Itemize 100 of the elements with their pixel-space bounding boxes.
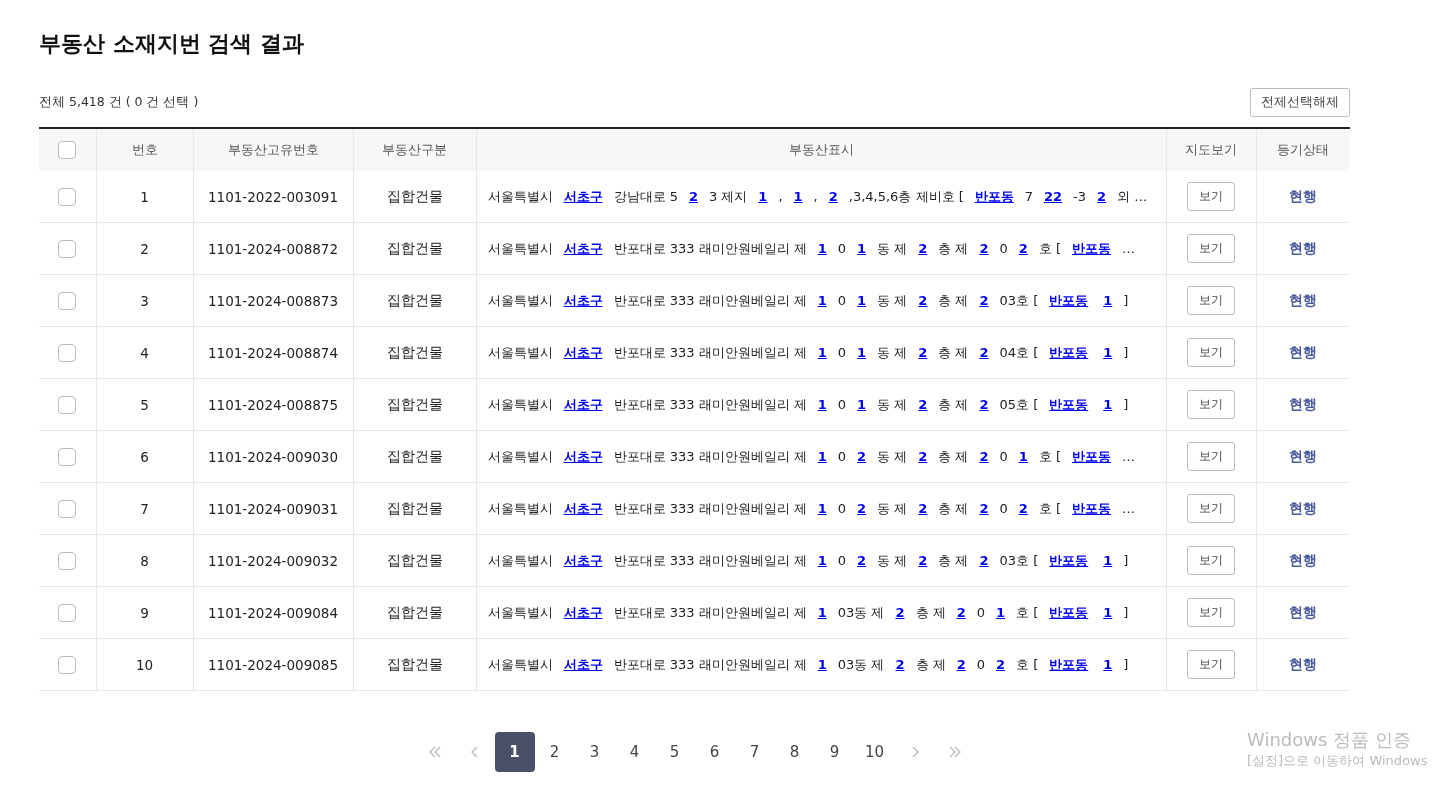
address-link[interactable]: 1 <box>853 293 871 308</box>
address-link[interactable]: 2 <box>824 189 842 204</box>
map-view-button[interactable]: 보기 <box>1187 390 1235 419</box>
address-link[interactable]: 1 <box>813 657 831 672</box>
address-link[interactable]: 서초구 <box>559 655 607 674</box>
address-link[interactable]: 1 <box>813 605 831 620</box>
address-link[interactable]: 2 <box>1014 501 1032 516</box>
address-link[interactable]: 반포동 <box>1045 603 1093 622</box>
address-link[interactable]: 서초구 <box>559 551 607 570</box>
address-link[interactable]: 2 <box>952 605 970 620</box>
map-view-button[interactable]: 보기 <box>1187 546 1235 575</box>
page-button[interactable]: 2 <box>534 732 575 772</box>
map-view-button[interactable]: 보기 <box>1187 442 1235 471</box>
row-checkbox[interactable] <box>58 343 77 362</box>
address-link[interactable]: 1 <box>853 241 871 256</box>
address-link[interactable]: 2 <box>952 657 970 672</box>
address-link[interactable]: 1 <box>813 397 831 412</box>
address-link[interactable]: 2 <box>891 605 909 620</box>
address-link[interactable]: 2 <box>853 449 871 464</box>
address-link[interactable]: 반포동 <box>1045 551 1093 570</box>
address-link[interactable]: 반포동 <box>1068 499 1115 518</box>
address-link[interactable]: 1 <box>1099 605 1117 620</box>
address-link[interactable]: 2 <box>975 449 993 464</box>
address-link[interactable]: 서초구 <box>559 239 607 258</box>
address-link[interactable]: 서초구 <box>559 499 607 518</box>
page-button[interactable]: 9 <box>814 732 855 772</box>
address-link[interactable]: 2 <box>914 449 932 464</box>
page-button[interactable]: 3 <box>574 732 615 772</box>
address-link[interactable]: 2 <box>914 293 932 308</box>
address-link[interactable]: 1 <box>754 189 772 204</box>
map-view-button[interactable]: 보기 <box>1187 234 1235 263</box>
address-link[interactable]: 서초구 <box>559 343 607 362</box>
address-link[interactable]: 1 <box>1099 553 1117 568</box>
address-link[interactable]: 반포동 <box>1068 239 1115 258</box>
map-view-button[interactable]: 보기 <box>1187 338 1235 367</box>
address-link[interactable]: 반포동 <box>1045 343 1093 362</box>
map-view-button[interactable]: 보기 <box>1187 598 1235 627</box>
address-link[interactable]: 반포동 <box>1045 655 1093 674</box>
row-checkbox[interactable] <box>58 291 77 310</box>
page-button[interactable]: 8 <box>774 732 815 772</box>
address-link[interactable]: 반포동 <box>970 187 1018 206</box>
page-button[interactable]: 10 <box>854 732 895 772</box>
address-link[interactable]: 2 <box>684 189 702 204</box>
page-button[interactable]: 6 <box>694 732 735 772</box>
row-checkbox[interactable] <box>58 395 77 414</box>
address-link[interactable]: 서초구 <box>559 395 607 414</box>
address-link[interactable]: 2 <box>914 345 932 360</box>
address-link[interactable]: 1 <box>789 189 807 204</box>
row-checkbox[interactable] <box>58 655 77 674</box>
address-link[interactable]: 1 <box>991 605 1009 620</box>
address-link[interactable]: 2 <box>1093 189 1111 204</box>
address-link[interactable]: 1 <box>1099 345 1117 360</box>
address-link[interactable]: 1 <box>813 345 831 360</box>
address-link[interactable]: 서초구 <box>559 447 607 466</box>
row-checkbox[interactable] <box>58 187 77 206</box>
address-link[interactable]: 2 <box>975 553 993 568</box>
address-link[interactable]: 2 <box>914 553 932 568</box>
address-link[interactable]: 2 <box>914 501 932 516</box>
address-link[interactable]: 2 <box>914 397 932 412</box>
address-link[interactable]: 22 <box>1040 189 1067 204</box>
page-button[interactable]: 4 <box>614 732 655 772</box>
map-view-button[interactable]: 보기 <box>1187 494 1235 523</box>
select-all-checkbox[interactable] <box>58 141 77 159</box>
address-link[interactable]: 2 <box>975 241 993 256</box>
map-view-button[interactable]: 보기 <box>1187 650 1235 679</box>
address-link[interactable]: 1 <box>813 241 831 256</box>
address-link[interactable]: 서초구 <box>559 291 607 310</box>
address-link[interactable]: 1 <box>1099 293 1117 308</box>
address-link[interactable]: 1 <box>813 553 831 568</box>
address-link[interactable]: 서초구 <box>559 187 607 206</box>
map-view-button[interactable]: 보기 <box>1187 182 1235 211</box>
address-link[interactable]: 반포동 <box>1045 291 1093 310</box>
address-link[interactable]: 1 <box>1014 449 1032 464</box>
address-link[interactable]: 2 <box>914 241 932 256</box>
address-link[interactable]: 2 <box>975 293 993 308</box>
address-link[interactable]: 1 <box>813 449 831 464</box>
address-link[interactable]: 1 <box>813 293 831 308</box>
address-link[interactable]: 2 <box>975 501 993 516</box>
last-page-icon[interactable] <box>948 745 961 759</box>
address-link[interactable]: 반포동 <box>1045 395 1093 414</box>
address-link[interactable]: 1 <box>853 345 871 360</box>
address-link[interactable]: 1 <box>813 501 831 516</box>
row-checkbox[interactable] <box>58 499 77 518</box>
map-view-button[interactable]: 보기 <box>1187 286 1235 315</box>
address-link[interactable]: 1 <box>853 397 871 412</box>
page-button[interactable]: 5 <box>654 732 695 772</box>
row-checkbox[interactable] <box>58 603 77 622</box>
address-link[interactable]: 2 <box>975 345 993 360</box>
row-checkbox[interactable] <box>58 551 77 570</box>
first-page-icon[interactable] <box>428 745 441 759</box>
page-button[interactable]: 1 <box>494 732 535 772</box>
row-checkbox[interactable] <box>58 239 77 258</box>
address-link[interactable]: 2 <box>991 657 1009 672</box>
address-link[interactable]: 2 <box>891 657 909 672</box>
address-link[interactable]: 2 <box>975 397 993 412</box>
address-link[interactable]: 1 <box>1099 397 1117 412</box>
address-link[interactable]: 서초구 <box>559 603 607 622</box>
page-button[interactable]: 7 <box>734 732 775 772</box>
address-link[interactable]: 2 <box>853 553 871 568</box>
address-link[interactable]: 1 <box>1099 657 1117 672</box>
